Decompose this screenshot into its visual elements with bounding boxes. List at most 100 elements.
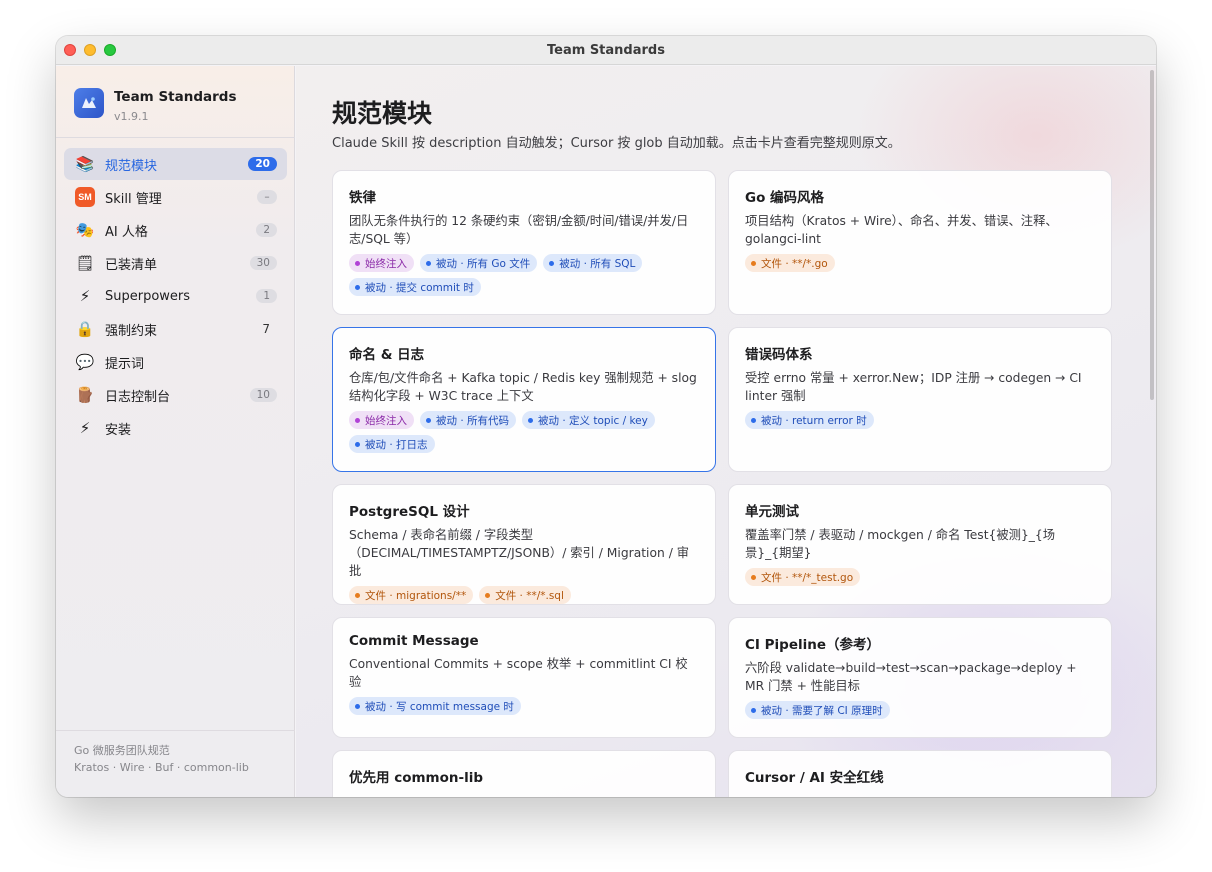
card-description: 团队无条件执行的 12 条硬约束（密钥/金额/时间/错误/并发/日志/SQL 等… <box>349 214 689 246</box>
zoom-window-button[interactable] <box>104 44 116 56</box>
passive-tag: 被动 · 提交 commit 时 <box>349 278 481 296</box>
sidebar-item-label: 日志控制台 <box>105 389 171 405</box>
card-title: CI Pipeline（参考） <box>745 637 880 653</box>
file-tag: 文件 · **/*_test.go <box>745 568 861 586</box>
sidebar-item-4[interactable]: ⚡ Superpowers 1 <box>64 280 287 312</box>
file-tag: 文件 · **/*.sql <box>479 586 571 604</box>
module-card-grid: 铁律团队无条件执行的 12 条硬约束（密钥/金额/时间/错误/并发/日志/SQL… <box>332 170 1112 797</box>
card-title: 错误码体系 <box>745 347 813 363</box>
passive-tag: 被动 · 定义 topic / key <box>522 411 655 429</box>
passive-tag: 被动 · return error 时 <box>745 411 874 429</box>
count-badge: 2 <box>256 223 277 237</box>
card-tags: 始终注入 被动 · 所有代码 被动 · 定义 topic / key 被动 · 打日志 <box>349 411 699 453</box>
card-description: 仓库/包/文件命名 + Kafka topic / Redis key 强制规范… <box>349 371 697 403</box>
card-tags: 文件 · migrations/** 文件 · **/*.sql <box>349 586 699 604</box>
sidebar-item-7[interactable]: 🪵 日志控制台 10 <box>64 379 287 411</box>
card-title: 单元测试 <box>745 504 799 520</box>
sidebar-item-6[interactable]: 💬 提示词 <box>64 346 287 378</box>
sidebar-nav: 📚 规范模块 20 SM Skill 管理 – 🎭 AI 人格 2 🗒 已装清单 30 ⚡ Superpo… <box>64 148 287 445</box>
card-tags: 被动 · return error 时 <box>745 411 1095 429</box>
module-card[interactable]: Cursor / AI 安全红线 <box>728 750 1112 797</box>
sidebar-item-label: AI 人格 <box>105 224 148 240</box>
card-title: Cursor / AI 安全红线 <box>745 770 884 786</box>
sidebar-item-label: Skill 管理 <box>105 191 162 207</box>
title-bar: Team Standards <box>56 36 1156 65</box>
sidebar-item-label: 规范模块 <box>105 158 158 174</box>
minimize-window-button[interactable] <box>84 44 96 56</box>
passive-tag: 被动 · 所有 Go 文件 <box>420 254 538 272</box>
passive-tag: 被动 · 打日志 <box>349 435 435 453</box>
passive-tag: 被动 · 所有 SQL <box>543 254 643 272</box>
sidebar-footer: Go 微服务团队规范 Kratos · Wire · Buf · common-… <box>74 742 249 776</box>
module-card[interactable]: Commit Message Conventional Commits + sco… <box>332 617 716 738</box>
module-card[interactable]: PostgreSQL 设计 Schema / 表命名前缀 / 字段类型（DECIM… <box>332 484 716 605</box>
card-description: 受控 errno 常量 + xerror.New；IDP 注册 → codege… <box>745 371 1082 403</box>
card-description: Conventional Commits + scope 枚举 + commit… <box>349 657 688 689</box>
module-card[interactable]: Go 编码风格 项目结构（Kratos + Wire）、命名、并发、错误、注释、g… <box>728 170 1112 315</box>
file-tag: 文件 · **/*.go <box>745 254 835 272</box>
sidebar-item-label: Superpowers <box>105 288 191 304</box>
sidebar-item-8[interactable]: ⚡ 安装 <box>64 412 287 444</box>
sidebar: Team Standards v1.9.1 📚 规范模块 20 SM Skill 管理 –… <box>56 66 295 797</box>
scrollbar[interactable] <box>1150 70 1154 400</box>
app-name: Team Standards <box>114 89 237 105</box>
sidebar-item-2[interactable]: 🎭 AI 人格 2 <box>64 214 287 246</box>
app-window: Team Standards Team Standards v1.9.1 📚 规范… <box>56 36 1156 797</box>
card-description: Schema / 表命名前缀 / 字段类型（DECIMAL/TIMESTAMPT… <box>349 528 690 578</box>
sidebar-item-5[interactable]: 🔒 强制约束 7 <box>64 313 287 345</box>
sidebar-item-0[interactable]: 📚 规范模块 20 <box>64 148 287 180</box>
card-title: PostgreSQL 设计 <box>349 504 470 520</box>
card-tags: 始终注入 被动 · 所有 Go 文件 被动 · 所有 SQL 被动 · 提交 comm… <box>349 254 699 296</box>
sidebar-item-1[interactable]: SM Skill 管理 – <box>64 181 287 213</box>
page-title: 规范模块 <box>332 99 433 128</box>
passive-tag: 被动 · 写 commit message 时 <box>349 697 521 715</box>
app-header: Team Standards v1.9.1 <box>74 88 236 123</box>
close-window-button[interactable] <box>64 44 76 56</box>
window-controls <box>64 44 116 56</box>
main-content: 规范模块 Claude Skill 按 description 自动触发；Cur… <box>296 66 1156 797</box>
card-tags: 文件 · **/*_test.go <box>745 568 1095 586</box>
module-card[interactable]: 优先用 common-lib <box>332 750 716 797</box>
passive-tag: 被动 · 需要了解 CI 原理时 <box>745 701 890 719</box>
module-card[interactable]: CI Pipeline（参考） 六阶段 validate→build→test→s… <box>728 617 1112 738</box>
card-description: 六阶段 validate→build→test→scan→package→dep… <box>745 661 1077 693</box>
lightning-icon: ⚡ <box>79 419 91 437</box>
clipboard-icon: 🗒 <box>75 254 95 272</box>
card-tags: 被动 · 需要了解 CI 原理时 <box>745 701 1095 719</box>
count-badge: 20 <box>248 157 277 171</box>
speech-bubble-icon: 💬 <box>75 353 95 371</box>
always-tag: 始终注入 <box>349 411 414 429</box>
card-title: 铁律 <box>349 190 376 206</box>
page-subtitle: Claude Skill 按 description 自动触发；Cursor 按… <box>332 136 901 151</box>
sidebar-item-label: 已装清单 <box>105 257 158 273</box>
card-title: 优先用 common-lib <box>349 770 484 786</box>
card-description: 项目结构（Kratos + Wire）、命名、并发、错误、注释、golangci… <box>745 214 1058 246</box>
card-tags: 文件 · **/*.go <box>745 254 1095 272</box>
sidebar-item-3[interactable]: 🗒 已装清单 30 <box>64 247 287 279</box>
lightning-icon: ⚡ <box>79 287 91 305</box>
count-badge: 1 <box>256 289 277 303</box>
persona-icon: 🎭 <box>75 221 95 239</box>
count-badge: 30 <box>249 256 277 270</box>
app-version: v1.9.1 <box>114 110 149 123</box>
window-title: Team Standards <box>547 42 665 58</box>
count-badge: – <box>257 190 277 204</box>
lock-icon: 🔒 <box>75 320 95 338</box>
module-card[interactable]: 铁律团队无条件执行的 12 条硬约束（密钥/金额/时间/错误/并发/日志/SQL… <box>332 170 716 315</box>
card-tags: 被动 · 写 commit message 时 <box>349 697 699 715</box>
count-badge: 10 <box>249 388 277 402</box>
count-badge: 7 <box>262 322 270 336</box>
sidebar-item-label: 安装 <box>105 422 132 438</box>
footer-stack-label: Kratos · Wire · Buf · common-lib <box>74 761 249 774</box>
card-title: Commit Message <box>349 633 479 649</box>
card-description: 覆盖率门禁 / 表驱动 / mockgen / 命名 Test{被测}_{场景}… <box>745 528 1056 560</box>
always-tag: 始终注入 <box>349 254 414 272</box>
sidebar-footer-divider <box>56 730 295 731</box>
app-logo-icon <box>74 88 104 118</box>
sidebar-item-label: 提示词 <box>105 356 145 372</box>
books-icon: 📚 <box>75 155 95 173</box>
module-card[interactable]: 单元测试覆盖率门禁 / 表驱动 / mockgen / 命名 Test{被测}_… <box>728 484 1112 605</box>
module-card[interactable]: 命名 & 日志 仓库/包/文件命名 + Kafka topic / Redis k… <box>332 327 716 472</box>
sidebar-divider <box>56 137 295 138</box>
module-card[interactable]: 错误码体系受控 errno 常量 + xerror.New；IDP 注册 → c… <box>728 327 1112 472</box>
